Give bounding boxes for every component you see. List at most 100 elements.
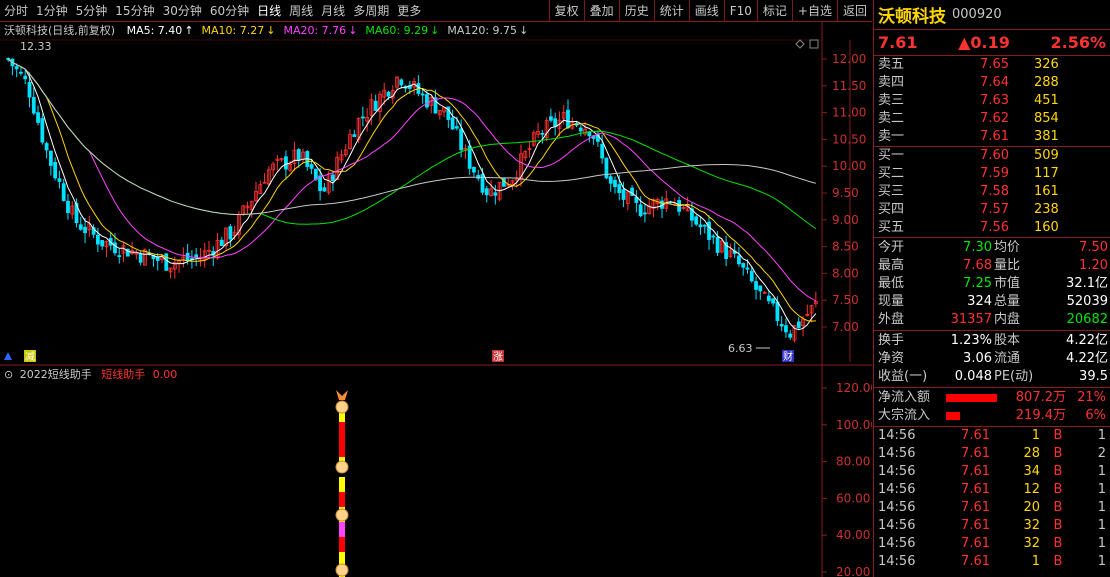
period-tab[interactable]: 分时 bbox=[0, 0, 32, 22]
toolbar-button[interactable]: +自选 bbox=[791, 0, 837, 22]
tick-row: 14:56 7.61 32 B 1 bbox=[874, 535, 1110, 553]
toolbar-button[interactable]: 标记 bbox=[756, 0, 792, 22]
chart-area[interactable]: 12.00 11.50 11.00 10.50 10.00 9.50 9.00 8.50 8.0… bbox=[0, 22, 872, 577]
sub-indicator-header: ⊙ 2022短线助手 短线助手 0.00 bbox=[4, 367, 177, 383]
price-change: ▲0.19 bbox=[958, 33, 1010, 52]
stat-value: 0.048 bbox=[954, 369, 992, 384]
toolbar-button[interactable]: 叠加 bbox=[583, 0, 619, 22]
stat-label: 总量 bbox=[994, 294, 1021, 309]
level-label: 买三 bbox=[878, 184, 905, 199]
candle-body bbox=[784, 325, 788, 333]
toolbar-button[interactable]: 统计 bbox=[653, 0, 689, 22]
y-tick-label: 8.00 bbox=[832, 266, 859, 280]
kline-chart[interactable]: 12.00 11.50 11.00 10.50 10.00 9.50 9.00 8.50 8.0… bbox=[0, 22, 872, 577]
period-tab[interactable]: 周线 bbox=[285, 0, 317, 22]
diamond-icon[interactable] bbox=[795, 39, 805, 49]
tick-side: B bbox=[1053, 500, 1063, 515]
stat-label: 今开 bbox=[878, 240, 905, 255]
stat-row: 今开 7.30 均价 7.50 bbox=[874, 239, 1110, 257]
flow-pct: 21% bbox=[1077, 390, 1106, 405]
arrow-icon: ↓ bbox=[430, 24, 440, 37]
candle-body bbox=[420, 93, 425, 96]
stock-title: 沃顿科技 000920 bbox=[874, 0, 1110, 30]
level-label: 卖四 bbox=[878, 75, 905, 90]
level-label: 卖二 bbox=[878, 111, 905, 126]
candle-body bbox=[484, 188, 489, 196]
level-volume: 381 bbox=[1034, 129, 1059, 144]
tick-time: 14:56 bbox=[878, 500, 916, 515]
tick-count: 1 bbox=[1097, 428, 1106, 443]
candle-body bbox=[296, 149, 301, 161]
money-bag-icon bbox=[335, 400, 349, 414]
y-tick-label: 11.50 bbox=[832, 79, 866, 93]
order-book-row: 卖三 7.63 451 bbox=[874, 92, 1110, 110]
period-tab[interactable]: 更多 bbox=[393, 0, 425, 22]
period-tab[interactable]: 15分钟 bbox=[111, 0, 158, 22]
level-label: 买二 bbox=[878, 166, 905, 181]
candle-body bbox=[44, 143, 49, 151]
tick-side: B bbox=[1053, 536, 1063, 551]
tick-count: 2 bbox=[1097, 446, 1106, 461]
candle-body bbox=[228, 226, 233, 240]
candle-body bbox=[643, 212, 647, 215]
ma5-line bbox=[7, 58, 817, 331]
stat-label: 股本 bbox=[994, 333, 1021, 348]
stat-label: 均价 bbox=[994, 240, 1021, 255]
tick-list[interactable]: 14:56 7.61 1 B 1 14:56 7.61 28 B 2 14:56 7.61 34 B 1 14… bbox=[874, 427, 1110, 571]
candle-body bbox=[548, 116, 553, 121]
stat-label: PE(动) bbox=[994, 369, 1034, 384]
period-tab[interactable]: 多周期 bbox=[349, 0, 393, 22]
candle-body bbox=[796, 321, 801, 328]
toolbar-button[interactable]: 历史 bbox=[618, 0, 654, 22]
stat-label: 流通 bbox=[994, 351, 1021, 366]
level-volume: 161 bbox=[1034, 184, 1059, 199]
event-marker-label: 减 bbox=[25, 351, 35, 363]
level-label: 买五 bbox=[878, 220, 905, 235]
sub-y-tick-label: 60.00 bbox=[836, 491, 870, 505]
ma-value: MA5: 7.40 bbox=[126, 24, 183, 37]
candle-body bbox=[578, 127, 583, 132]
period-tab[interactable]: 月线 bbox=[317, 0, 349, 22]
tick-time: 14:56 bbox=[878, 428, 916, 443]
candle-body bbox=[788, 333, 793, 338]
candle-body bbox=[758, 285, 763, 292]
ma-value: MA60: 9.29 bbox=[365, 24, 429, 37]
level-volume: 451 bbox=[1034, 93, 1059, 108]
candle-body bbox=[40, 118, 45, 143]
period-tab[interactable]: 5分钟 bbox=[72, 0, 112, 22]
stat-row: 最低 7.25 市值 32.1亿 bbox=[874, 275, 1110, 293]
stock-name: 沃顿科技 bbox=[878, 7, 946, 27]
candle-body bbox=[386, 91, 391, 97]
window-icon[interactable] bbox=[809, 39, 819, 49]
flow-label: 大宗流入 bbox=[878, 408, 931, 423]
sub-indicator-title[interactable]: 2022短线助手 bbox=[20, 368, 92, 381]
candle-body bbox=[48, 150, 53, 166]
stat-value: 7.30 bbox=[963, 240, 992, 255]
toolbar-button[interactable]: 返回 bbox=[836, 0, 872, 22]
period-tab[interactable]: 1分钟 bbox=[32, 0, 72, 22]
stat-value: 1.20 bbox=[1079, 258, 1108, 273]
order-book-row: 卖五 7.65 326 bbox=[874, 56, 1110, 74]
sub-toggle-icon[interactable]: ⊙ bbox=[4, 368, 13, 381]
stat-value: 20682 bbox=[1066, 312, 1108, 327]
arrow-icon: ↓ bbox=[266, 24, 276, 37]
period-tab[interactable]: 30分钟 bbox=[159, 0, 206, 22]
tick-time: 14:56 bbox=[878, 554, 916, 569]
event-marker-label: 财 bbox=[783, 350, 793, 363]
toolbar-button[interactable]: 画线 bbox=[688, 0, 724, 22]
y-tick-label: 7.00 bbox=[832, 320, 859, 334]
flow-row: 净流入额 807.2万 21% bbox=[874, 389, 1110, 407]
stat-row: 换手 1.23% 股本 4.22亿 bbox=[874, 332, 1110, 350]
tick-time: 14:56 bbox=[878, 518, 916, 533]
candle-body bbox=[31, 97, 36, 114]
period-tab[interactable]: 日线 bbox=[253, 0, 285, 22]
toolbar-button[interactable]: F10 bbox=[723, 0, 757, 22]
tick-price: 7.61 bbox=[961, 500, 990, 515]
sub-indicator-label: 短线助手 bbox=[101, 368, 146, 381]
toolbar-button[interactable]: 复权 bbox=[548, 0, 584, 22]
level-price: 7.63 bbox=[980, 93, 1009, 108]
period-tab[interactable]: 60分钟 bbox=[206, 0, 253, 22]
level-price: 7.57 bbox=[980, 202, 1009, 217]
candle-body bbox=[737, 255, 741, 265]
stat-label: 市值 bbox=[994, 276, 1021, 291]
